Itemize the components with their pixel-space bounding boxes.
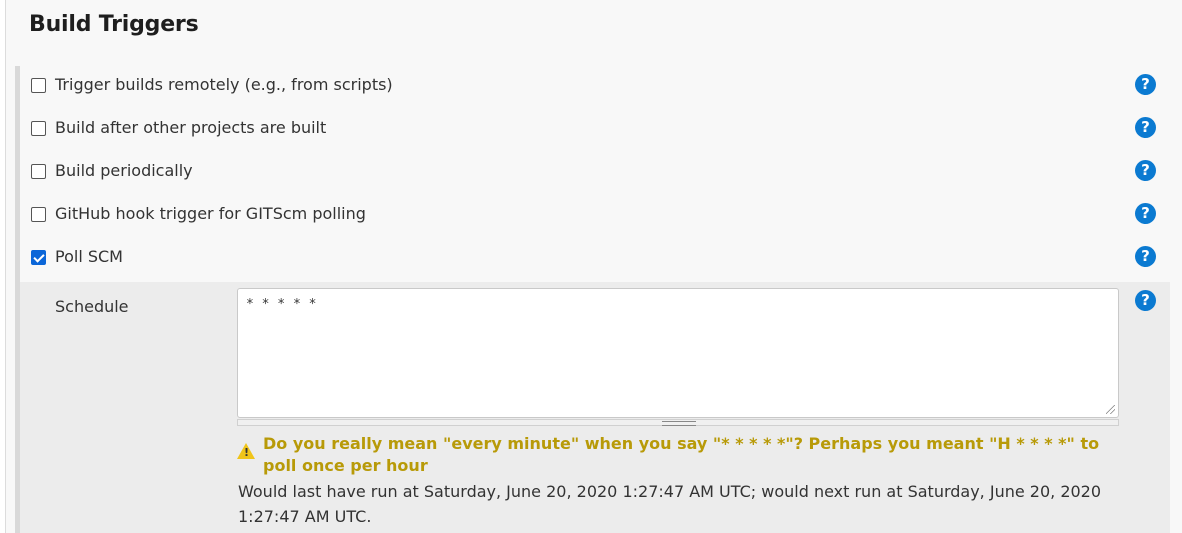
option-label[interactable]: Trigger builds remotely (e.g., from scri… bbox=[55, 75, 393, 94]
option-label[interactable]: Build after other projects are built bbox=[55, 118, 326, 137]
schedule-value[interactable]: * * * * * bbox=[246, 297, 316, 312]
drag-handle-icon[interactable] bbox=[662, 421, 696, 426]
option-label[interactable]: GitHub hook trigger for GITScm polling bbox=[55, 204, 366, 223]
textarea-drag-bar[interactable] bbox=[237, 419, 1119, 426]
trigger-remotely-checkbox[interactable] bbox=[31, 78, 46, 93]
option-build-periodically[interactable]: Build periodically bbox=[0, 156, 1182, 186]
option-github-hook-trigger[interactable]: GitHub hook trigger for GITScm polling bbox=[0, 199, 1182, 229]
resize-grip-icon[interactable] bbox=[1106, 405, 1115, 414]
schedule-label: Schedule bbox=[55, 297, 129, 316]
github-hook-trigger-checkbox[interactable] bbox=[31, 207, 46, 222]
help-icon[interactable]: ? bbox=[1135, 290, 1156, 311]
help-icon[interactable]: ? bbox=[1135, 74, 1156, 95]
help-icon[interactable]: ? bbox=[1135, 160, 1156, 181]
option-poll-scm[interactable]: Poll SCM bbox=[0, 242, 1182, 272]
schedule-textarea[interactable]: * * * * * bbox=[237, 288, 1119, 418]
option-label[interactable]: Poll SCM bbox=[55, 247, 123, 266]
schedule-info: Would last have run at Saturday, June 20… bbox=[238, 482, 1102, 526]
help-icon[interactable]: ? bbox=[1135, 203, 1156, 224]
build-periodically-checkbox[interactable] bbox=[31, 164, 46, 179]
help-icon[interactable]: ? bbox=[1135, 246, 1156, 267]
poll-scm-checkbox[interactable] bbox=[31, 250, 46, 265]
warning-icon: ! bbox=[237, 443, 255, 459]
help-icon[interactable]: ? bbox=[1135, 117, 1156, 138]
option-build-after-other-projects[interactable]: Build after other projects are built bbox=[0, 113, 1182, 143]
section-title: Build Triggers bbox=[29, 12, 199, 37]
option-trigger-remotely[interactable]: Trigger builds remotely (e.g., from scri… bbox=[0, 70, 1182, 100]
build-after-other-projects-checkbox[interactable] bbox=[31, 121, 46, 136]
option-label[interactable]: Build periodically bbox=[55, 161, 193, 180]
warning-text: Do you really mean "every minute" when y… bbox=[263, 434, 1100, 475]
